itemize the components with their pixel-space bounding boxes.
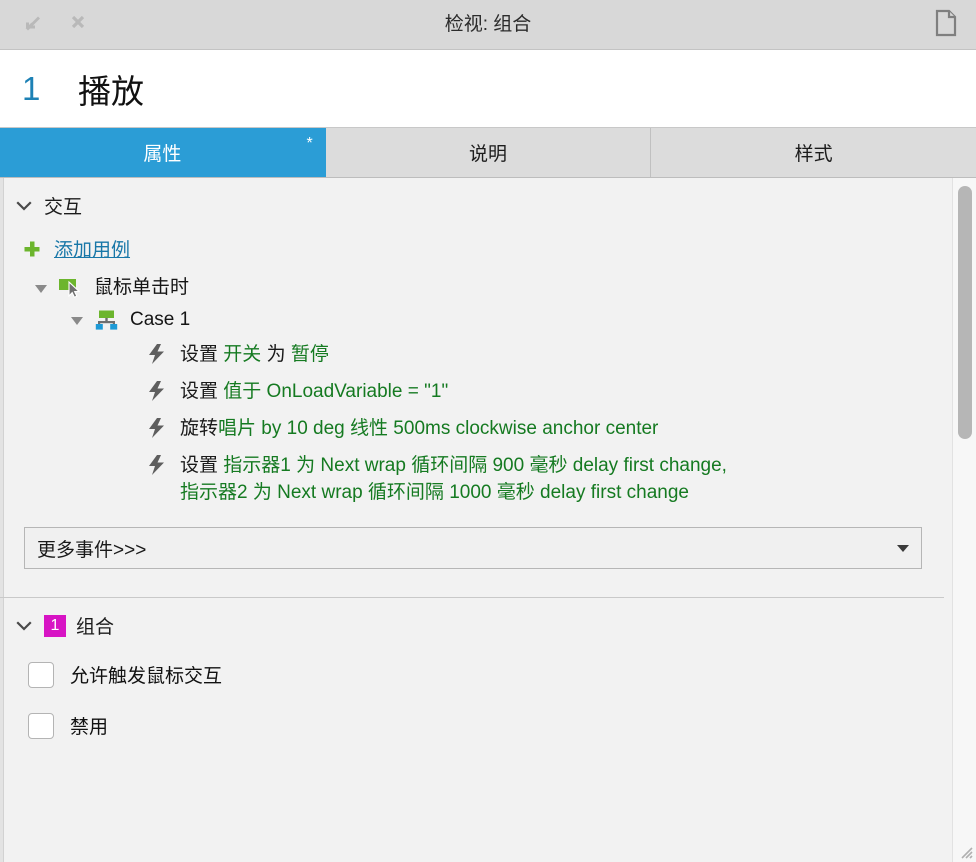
checkbox-label-allow-mouse-interaction: 允许触发鼠标交互 [70, 666, 223, 687]
action-arg: 指示器1 为 Next wrap 循环间隔 900 毫秒 delay first… [223, 455, 727, 476]
action-arg: 唱片 by 10 deg 线性 500ms clockwise anchor c… [218, 418, 659, 439]
action-text: 旋转唱片 by 10 deg 线性 500ms clockwise anchor… [180, 415, 658, 442]
window-title: 检视: 组合 [444, 14, 532, 35]
tab-notes-label: 说明 [469, 144, 508, 165]
action-verb: 旋转 [180, 418, 219, 439]
close-icon [68, 12, 88, 37]
event-label: 鼠标单击时 [94, 277, 190, 298]
tab-properties[interactable]: 属性 * [0, 128, 326, 177]
add-case-label: 添加用例 [54, 240, 131, 261]
chevron-down-icon [14, 196, 34, 216]
properties-content: 交互 添加用例 鼠标单击时 Case 1 设置 开关 为 暂停 设置 值于 On… [0, 178, 944, 751]
close-button[interactable] [60, 7, 96, 43]
action-verb: 设置 [180, 344, 224, 365]
action-verb-2: 为 [266, 344, 291, 365]
more-events-dropdown[interactable]: 更多事件>>> [24, 527, 922, 569]
page-icon [934, 9, 958, 42]
lightning-bolt-icon [144, 343, 170, 365]
vertical-scrollbar[interactable] [952, 178, 976, 862]
checkbox-row-disabled[interactable]: 禁用 [0, 700, 944, 751]
tab-notes[interactable]: 说明 [325, 128, 652, 177]
action-text: 设置 开关 为 暂停 [180, 341, 329, 368]
tab-bar: 属性 * 说明 样式 [0, 128, 976, 178]
action-arg-2: 暂停 [290, 344, 329, 365]
action-row[interactable]: 设置 指示器1 为 Next wrap 循环间隔 900 毫秒 delay fi… [0, 447, 944, 511]
group-badge: 1 [44, 614, 66, 637]
mouse-click-icon [58, 277, 84, 299]
chevron-down-icon [14, 616, 34, 636]
action-text: 设置 值于 OnLoadVariable = "1" [180, 378, 448, 405]
checkbox-row-allow-mouse-interaction[interactable]: 允许触发鼠标交互 [0, 649, 944, 700]
action-verb: 设置 [180, 381, 224, 402]
action-row[interactable]: 设置 开关 为 暂停 [0, 336, 944, 373]
object-number: 1 [22, 69, 41, 107]
object-header: 1 播放 [0, 50, 976, 128]
triangle-down-icon[interactable] [32, 277, 50, 299]
checkbox-allow-mouse-interaction[interactable] [28, 661, 54, 688]
action-verb: 设置 [180, 455, 224, 476]
title-bar: 检视: 组合 [0, 0, 976, 50]
chevron-down-icon [895, 540, 911, 556]
minimize-restore-icon [22, 12, 42, 37]
action-row[interactable]: 旋转唱片 by 10 deg 线性 500ms clockwise anchor… [0, 410, 944, 447]
case-label: Case 1 [130, 309, 191, 330]
properties-panel-body: 交互 添加用例 鼠标单击时 Case 1 设置 开关 为 暂停 设置 值于 On… [0, 178, 976, 862]
section-title-group: 组合 [76, 617, 115, 638]
tab-properties-label: 属性 [143, 144, 182, 165]
more-events-label: 更多事件>>> [37, 539, 147, 561]
section-header-group[interactable]: 1 组合 [0, 598, 944, 649]
inspector-window: 检视: 组合 1 播放 属性 * 说明 样式 交互 添加用例 鼠标单击时 Cas… [0, 0, 976, 862]
plus-icon [22, 239, 42, 259]
action-arg: 值于 OnLoadVariable = "1" [223, 381, 449, 402]
object-name: 播放 [78, 72, 144, 110]
case-row-case-1[interactable]: Case 1 [0, 304, 944, 336]
minimize-restore-button[interactable] [14, 7, 50, 43]
scrollbar-thumb[interactable] [958, 186, 972, 439]
checkbox-label-disabled: 禁用 [70, 717, 109, 738]
case-branch-icon [94, 309, 120, 331]
action-row[interactable]: 设置 值于 OnLoadVariable = "1" [0, 373, 944, 410]
checkbox-disabled[interactable] [28, 712, 54, 739]
more-events-wrap: 更多事件>>> [0, 511, 944, 569]
add-case-button[interactable]: 添加用例 [0, 229, 944, 272]
action-arg: 开关 [223, 344, 267, 365]
tab-style[interactable]: 样式 [651, 128, 976, 177]
action-text: 设置 指示器1 为 Next wrap 循环间隔 900 毫秒 delay fi… [180, 452, 727, 506]
lightning-bolt-icon [144, 454, 170, 476]
section-title-interactions: 交互 [44, 197, 83, 218]
triangle-down-icon[interactable] [68, 309, 86, 331]
tab-properties-modified-marker: * [306, 135, 313, 152]
section-header-interactions[interactable]: 交互 [0, 178, 944, 229]
lightning-bolt-icon [144, 380, 170, 402]
page-button[interactable] [928, 7, 964, 43]
event-row-on-click[interactable]: 鼠标单击时 [0, 272, 944, 304]
resize-grip[interactable] [958, 844, 974, 860]
tab-style-label: 样式 [794, 144, 833, 165]
action-arg-line2: 指示器2 为 Next wrap 循环间隔 1000 毫秒 delay firs… [180, 482, 689, 503]
lightning-bolt-icon [144, 417, 170, 439]
title-bar-right-actions [914, 0, 964, 50]
